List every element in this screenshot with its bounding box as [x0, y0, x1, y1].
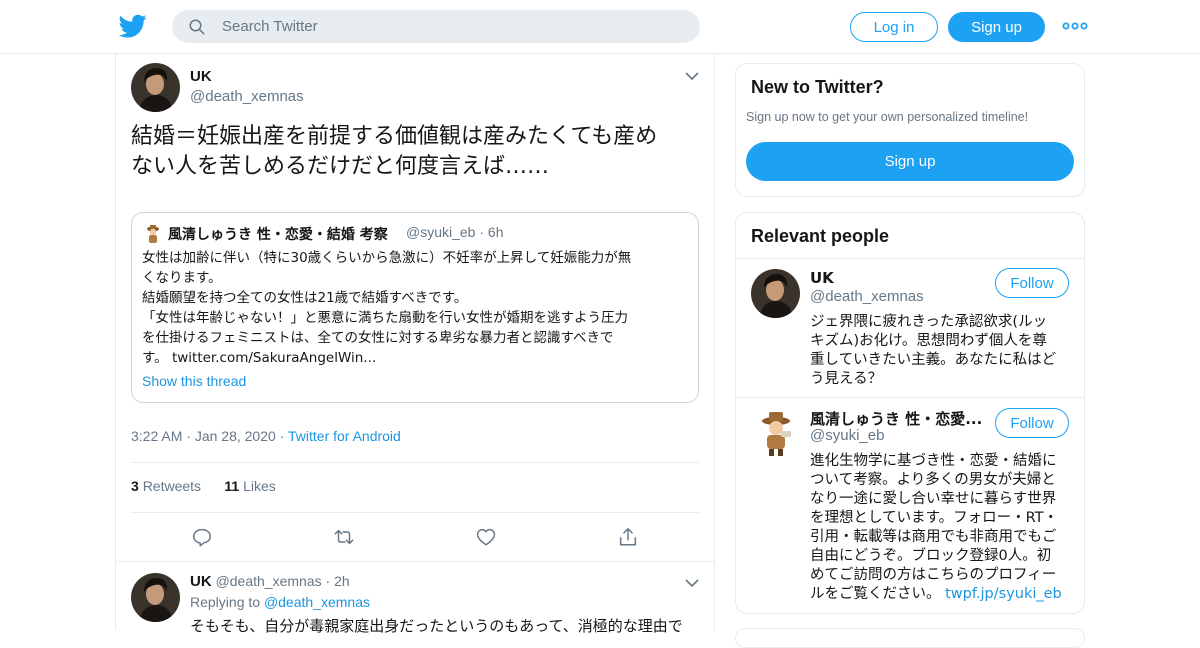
- bio-line: キズム)お化け。思想問わず個人を尊: [810, 333, 1047, 349]
- tweet-text-line: ない人を苦しめるだけだと何度言えば……: [131, 154, 550, 179]
- bio-line: 引用・転載等は商用でも非商用でもご: [810, 529, 1057, 545]
- login-button[interactable]: Log in: [850, 12, 938, 42]
- new-to-twitter-subtitle: Sign up now to get your own personalized…: [746, 110, 1029, 124]
- bio-line: 進化生物学に基づき性・恋愛・結婚に: [810, 453, 1057, 469]
- quote-author-name: 風清しゅうき 性・恋愛・結婚 考察: [168, 227, 388, 243]
- top-bar: Log in Sign up: [0, 0, 1200, 54]
- person-avatar[interactable]: [751, 269, 800, 318]
- bio-line: なり一途に愛し合い幸せに暮らす世界: [810, 491, 1057, 507]
- share-icon[interactable]: [617, 526, 639, 548]
- tweet-stats: 3 Retweets 11 Likes: [131, 478, 276, 494]
- likes-count: 11: [224, 478, 240, 494]
- retweets-label: Retweets: [142, 478, 202, 494]
- bio-line: めてご訪問の方はこちらのプロフィー: [810, 567, 1057, 583]
- tweet-text: 結婚＝妊娠出産を前提する価値観は産みたくても産め ない人を苦しめるだけだと何度言…: [131, 122, 701, 182]
- reply-header[interactable]: UK @death_xemnas · 2h: [190, 573, 350, 590]
- person-bio: 進化生物学に基づき性・恋愛・結婚に ついて考察。より多くの男女が夫婦と なり一途…: [810, 452, 1070, 604]
- search-input[interactable]: [222, 10, 682, 43]
- avatar-illustration: [751, 409, 800, 458]
- quote-avatar: [142, 223, 164, 245]
- retweets-count: 3: [131, 478, 139, 494]
- quote-line: す。 twitter.com/SakuraAngelWin...: [142, 350, 377, 366]
- person-bio: ジェ界隈に疲れきった承認欲求(ルッ キズム)お化け。思想問わず個人を尊 重してい…: [810, 313, 1070, 389]
- reply-text: そもそも、自分が毒親家庭出身だったというのもあって、消極的な理由で: [190, 617, 683, 635]
- show-thread-link[interactable]: Show this thread: [142, 373, 246, 389]
- divider: [131, 462, 699, 463]
- tweet-time: 3:22 AM: [131, 428, 183, 444]
- bio-line: ジェ界隈に疲れきった承認欲求(ルッ: [810, 314, 1048, 330]
- bio-line: ルをご覧ください。 twpf.jp/syuki_eb: [810, 585, 1070, 604]
- follow-button[interactable]: Follow: [995, 268, 1069, 298]
- search-box[interactable]: [172, 10, 700, 43]
- tweet-column: UK @death_xemnas 結婚＝妊娠出産を前提する価値観は産みたくても産…: [115, 54, 715, 635]
- tweet-meta: 3:22 AM · Jan 28, 2020 · Twitter for And…: [131, 428, 401, 444]
- reply-avatar[interactable]: [131, 573, 180, 622]
- person-handle[interactable]: @syuki_eb: [810, 427, 884, 444]
- bio-line: を理想としています。フォロー・RT・: [810, 510, 1058, 526]
- chevron-down-icon[interactable]: [685, 578, 699, 588]
- person-avatar[interactable]: [751, 409, 800, 458]
- tweet-author-name[interactable]: UK: [190, 68, 212, 85]
- new-to-twitter-title: New to Twitter?: [751, 77, 884, 97]
- quote-time: 6h: [487, 224, 504, 240]
- quote-author-meta: @syuki_eb · 6h: [406, 224, 504, 240]
- person-handle[interactable]: @death_xemnas: [810, 288, 924, 305]
- quote-line: を仕掛けるフェミニストは、全ての女性に対する卑劣な暴力者と認識すべきで: [142, 330, 614, 346]
- replying-to-label: Replying to: [190, 594, 261, 610]
- replying-to: Replying to @death_xemnas: [190, 594, 370, 610]
- like-icon[interactable]: [475, 526, 497, 548]
- quote-line: 結婚願望を持つ全ての女性は21歳で結婚すべきです。: [142, 290, 468, 306]
- person-name[interactable]: UK: [810, 269, 834, 287]
- divider: [131, 512, 699, 513]
- bio-link[interactable]: twpf.jp/syuki_eb: [945, 586, 1062, 602]
- likes-stat[interactable]: 11 Likes: [224, 478, 275, 494]
- quoted-tweet[interactable]: 風清しゅうき 性・恋愛・結婚 考察 @syuki_eb · 6h 女性は加齢に伴…: [131, 212, 699, 403]
- avatar[interactable]: [131, 63, 180, 112]
- likes-label: Likes: [243, 478, 276, 494]
- follow-button[interactable]: Follow: [995, 408, 1069, 438]
- quote-line: 女性は加齢に伴い（特に30歳くらいから急激に）不妊率が上昇して妊娠能力が無: [142, 250, 632, 266]
- bio-line: う見える？: [810, 371, 883, 387]
- avatar-photo: [131, 573, 180, 622]
- reply-author-name: UK: [190, 573, 212, 590]
- divider: [736, 397, 1084, 398]
- twitter-bird-icon[interactable]: [119, 12, 147, 40]
- replying-to-link[interactable]: @death_xemnas: [264, 594, 370, 610]
- avatar-photo: [751, 269, 800, 318]
- relevant-people-card: Relevant people UK @death_xemnas Follow …: [735, 212, 1085, 614]
- quote-line: 「女性は年齢じゃない！」と悪意に満ちた扇動を行い女性が婚期を逃すよう圧力: [142, 310, 628, 326]
- quote-author-handle: @syuki_eb: [406, 224, 476, 240]
- bio-last-text: ルをご覧ください。: [810, 586, 941, 602]
- relevant-people-title: Relevant people: [751, 226, 890, 246]
- sidebar-signup-button[interactable]: Sign up: [746, 142, 1074, 181]
- quote-line: くなります。: [142, 270, 222, 286]
- avatar-photo: [131, 63, 180, 112]
- more-dots-icon[interactable]: [1062, 16, 1088, 36]
- bio-line: ついて考察。より多くの男女が夫婦と: [810, 472, 1056, 488]
- tweet-date: Jan 28, 2020: [194, 428, 276, 444]
- divider: [736, 258, 1084, 259]
- reply-author-handle: @death_xemnas: [215, 573, 322, 589]
- tweet-author-handle[interactable]: @death_xemnas: [190, 88, 304, 105]
- search-icon: [189, 19, 205, 35]
- reply-time: 2h: [334, 573, 350, 589]
- tweet-text-line: 結婚＝妊娠出産を前提する価値観は産みたくても産め: [131, 124, 658, 149]
- bio-line: 自由にどうぞ。ブロック登録0人。初: [810, 548, 1052, 564]
- chevron-down-icon[interactable]: [685, 71, 699, 81]
- new-to-twitter-card: New to Twitter? Sign up now to get your …: [735, 63, 1085, 197]
- person-name[interactable]: 風清しゅうき 性・恋愛...: [810, 408, 982, 429]
- next-card-edge: [735, 628, 1085, 648]
- quote-text: 女性は加齢に伴い（特に30歳くらいから急激に）不妊率が上昇して妊娠能力が無 くな…: [142, 248, 690, 368]
- divider: [116, 561, 714, 562]
- retweets-stat[interactable]: 3 Retweets: [131, 478, 201, 494]
- bio-line: 重していきたい主義。あなたに私はど: [810, 352, 1057, 368]
- retweet-icon[interactable]: [333, 526, 355, 548]
- signup-button[interactable]: Sign up: [948, 12, 1045, 42]
- tweet-source-link[interactable]: Twitter for Android: [288, 428, 401, 444]
- reply-icon[interactable]: [191, 526, 213, 548]
